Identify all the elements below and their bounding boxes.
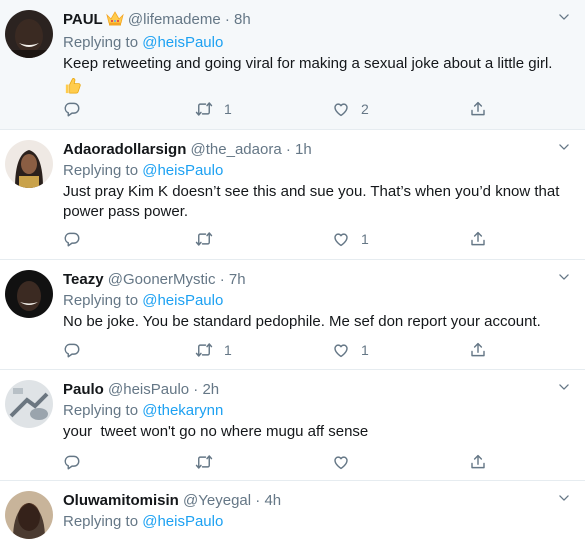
replying-to-label: Replying to bbox=[63, 292, 139, 309]
author-name[interactable]: Adaoradollarsign bbox=[63, 141, 186, 158]
chevron-down-icon[interactable] bbox=[557, 491, 571, 505]
tweet-5[interactable]: Oluwamitomisin @Yeyegal · 4h Replying to… bbox=[0, 481, 585, 541]
share-icon bbox=[469, 341, 487, 359]
tweet-text: No be joke. You be standard pedophile. M… bbox=[63, 313, 541, 330]
like-icon bbox=[332, 100, 350, 118]
avatar[interactable] bbox=[5, 380, 53, 428]
avatar[interactable] bbox=[5, 140, 53, 188]
tweet-1[interactable]: PAUL @lifemademe · 8h Replying to @heisP… bbox=[0, 0, 585, 130]
replying-to-label: Replying to bbox=[63, 402, 139, 419]
crown-emoji bbox=[105, 11, 124, 32]
separator-dot: · bbox=[224, 11, 230, 28]
reply-icon bbox=[63, 453, 81, 471]
author-handle[interactable]: @Yeyegal bbox=[183, 492, 251, 509]
tweet-text: Just pray Kim K doesn’t see this and sue… bbox=[63, 183, 560, 220]
like-count: 1 bbox=[361, 342, 369, 358]
avatar[interactable] bbox=[5, 10, 53, 58]
chevron-down-icon[interactable] bbox=[557, 10, 571, 24]
avatar[interactable] bbox=[5, 491, 53, 539]
share-icon bbox=[469, 230, 487, 248]
replying-to: Replying to @heisPaulo bbox=[63, 291, 571, 311]
separator-dot: · bbox=[219, 271, 225, 288]
separator-dot: · bbox=[285, 141, 291, 158]
reply-button[interactable] bbox=[63, 99, 81, 119]
chevron-down-icon[interactable] bbox=[557, 380, 571, 394]
like-count: 2 bbox=[361, 101, 369, 117]
retweet-count: 1 bbox=[224, 342, 232, 358]
like-count: 1 bbox=[361, 231, 369, 247]
avatar[interactable] bbox=[5, 270, 53, 318]
timestamp[interactable]: 8h bbox=[234, 11, 251, 28]
like-button[interactable]: 1 bbox=[332, 340, 369, 360]
like-icon bbox=[332, 453, 350, 471]
tweet-2[interactable]: Adaoradollarsign @the_adaora · 1h Replyi… bbox=[0, 130, 585, 260]
separator-dot: · bbox=[193, 381, 199, 398]
author-handle[interactable]: @GoonerMystic bbox=[108, 271, 216, 288]
replying-to-label: Replying to bbox=[63, 34, 139, 51]
retweet-button[interactable] bbox=[195, 229, 224, 249]
retweet-icon bbox=[195, 341, 213, 359]
separator-dot: · bbox=[255, 492, 261, 509]
author-name[interactable]: Paulo bbox=[63, 381, 104, 398]
share-icon bbox=[469, 100, 487, 118]
replying-to-link[interactable]: @heisPaulo bbox=[142, 34, 223, 51]
reply-icon bbox=[63, 341, 81, 359]
share-button[interactable] bbox=[469, 229, 487, 249]
tweet-3[interactable]: Teazy @GoonerMystic · 7h Replying to @he… bbox=[0, 260, 585, 370]
like-button[interactable]: 2 bbox=[332, 99, 369, 119]
retweet-button[interactable] bbox=[195, 452, 224, 472]
share-button[interactable] bbox=[469, 99, 487, 119]
replying-to-link[interactable]: @heisPaulo bbox=[142, 513, 223, 530]
replying-to-link[interactable]: @heisPaulo bbox=[142, 292, 223, 309]
replying-to: Replying to @heisPaulo bbox=[63, 33, 571, 53]
like-icon bbox=[332, 230, 350, 248]
author-name[interactable]: Teazy bbox=[63, 271, 104, 288]
tweet-4[interactable]: Paulo @heisPaulo · 2h Replying to @theka… bbox=[0, 370, 585, 481]
like-icon bbox=[332, 341, 350, 359]
author-handle[interactable]: @lifemademe bbox=[128, 11, 221, 28]
reply-button[interactable] bbox=[63, 229, 81, 249]
tweet-text-content: Keep retweeting and going viral for maki… bbox=[63, 55, 553, 72]
retweet-button[interactable]: 1 bbox=[195, 340, 232, 360]
timestamp[interactable]: 1h bbox=[295, 141, 312, 158]
chevron-down-icon[interactable] bbox=[557, 140, 571, 154]
retweet-button[interactable]: 1 bbox=[195, 99, 232, 119]
timestamp[interactable]: 7h bbox=[229, 271, 246, 288]
replying-to: Replying to @heisPaulo bbox=[63, 512, 571, 532]
replying-to: Replying to @thekarynn bbox=[63, 401, 571, 421]
tweet-text: your tweet won't go no where mugu aff se… bbox=[63, 423, 369, 440]
timestamp[interactable]: 2h bbox=[202, 381, 219, 398]
replying-to-label: Replying to bbox=[63, 162, 139, 179]
retweet-icon bbox=[195, 100, 213, 118]
timestamp[interactable]: 4h bbox=[264, 492, 281, 509]
tweet-text: Keep retweeting and going viral for maki… bbox=[63, 54, 571, 101]
author-name[interactable]: PAUL bbox=[63, 11, 103, 28]
replying-to-link[interactable]: @thekarynn bbox=[142, 402, 223, 419]
author-handle[interactable]: @the_adaora bbox=[191, 141, 282, 158]
replying-to-label: Replying to bbox=[63, 513, 139, 530]
retweet-icon bbox=[195, 230, 213, 248]
reply-icon bbox=[63, 230, 81, 248]
share-icon bbox=[469, 453, 487, 471]
share-button[interactable] bbox=[469, 452, 487, 472]
author-name[interactable]: Oluwamitomisin bbox=[63, 492, 179, 509]
reply-button[interactable] bbox=[63, 452, 81, 472]
retweet-icon bbox=[195, 453, 213, 471]
like-button[interactable]: 1 bbox=[332, 229, 369, 249]
author-handle[interactable]: @heisPaulo bbox=[108, 381, 189, 398]
thumbs-up-emoji bbox=[63, 76, 82, 101]
replying-to: Replying to @heisPaulo bbox=[63, 161, 571, 181]
share-button[interactable] bbox=[469, 340, 487, 360]
chevron-down-icon[interactable] bbox=[557, 270, 571, 284]
retweet-count: 1 bbox=[224, 101, 232, 117]
reply-icon bbox=[63, 100, 81, 118]
replying-to-link[interactable]: @heisPaulo bbox=[142, 162, 223, 179]
like-button[interactable] bbox=[332, 452, 361, 472]
reply-button[interactable] bbox=[63, 340, 81, 360]
